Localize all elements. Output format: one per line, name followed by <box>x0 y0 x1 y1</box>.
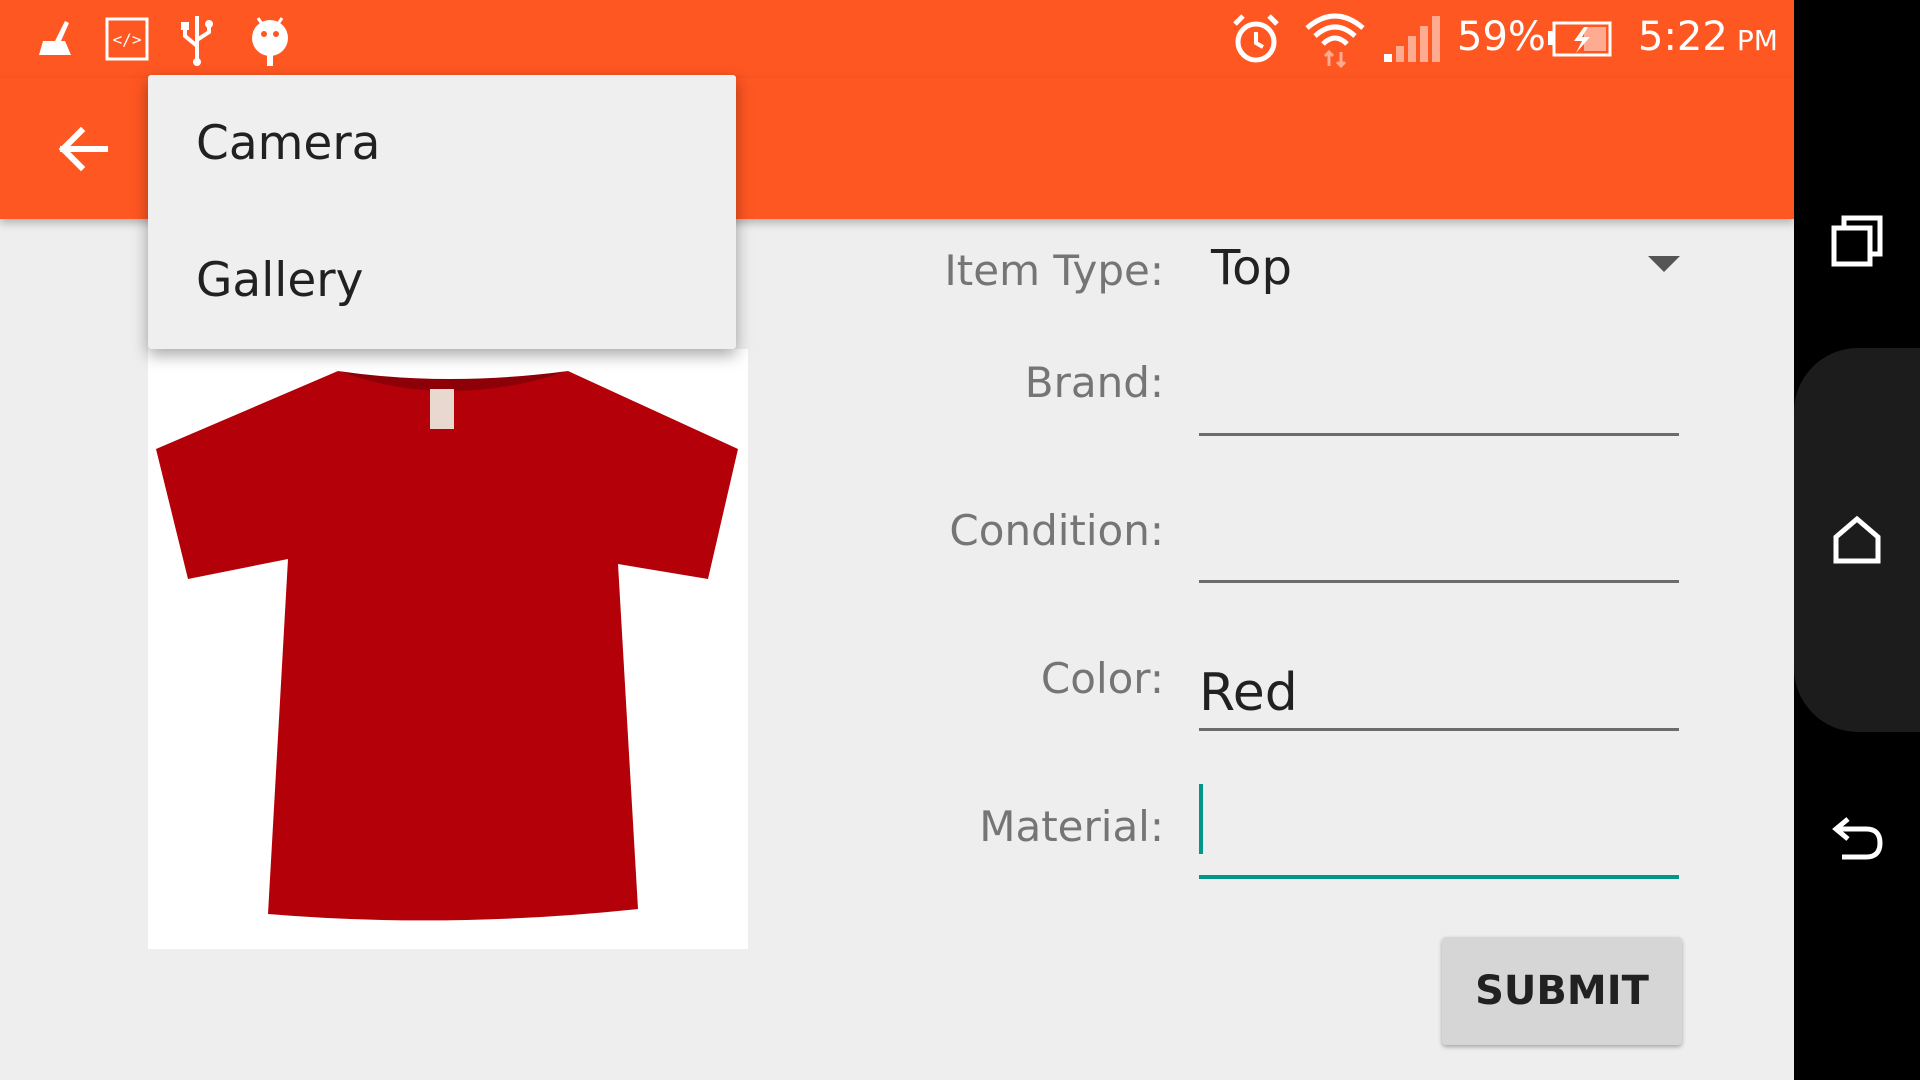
usb-icon <box>172 10 222 68</box>
arrow-back-icon <box>58 126 108 172</box>
brand-field[interactable] <box>1199 360 1679 436</box>
battery-charging-icon <box>1545 10 1615 68</box>
brand-label: Brand: <box>1024 358 1164 407</box>
status-clock: 5:22 PM <box>1638 14 1778 60</box>
text-cursor <box>1199 784 1203 854</box>
alarm-icon <box>1228 10 1284 68</box>
navigation-bar <box>1794 0 1920 1080</box>
condition-field[interactable] <box>1199 507 1679 583</box>
back-button[interactable] <box>40 106 126 192</box>
home-button[interactable] <box>1814 497 1900 583</box>
item-photo[interactable] <box>148 349 748 949</box>
wifi-icon <box>1302 10 1368 68</box>
cleaner-icon <box>30 10 80 68</box>
menu-item-camera[interactable]: Camera <box>148 75 736 212</box>
photo-source-menu: Camera Gallery <box>148 75 736 349</box>
menu-item-gallery[interactable]: Gallery <box>148 212 736 349</box>
signal-icon <box>1382 10 1442 68</box>
android-debug-icon <box>245 10 295 68</box>
submit-button[interactable]: SUBMIT <box>1442 937 1682 1045</box>
back-icon <box>1832 817 1883 860</box>
condition-label: Condition: <box>949 506 1164 555</box>
home-icon <box>1833 515 1881 564</box>
recent-apps-button[interactable] <box>1814 198 1900 284</box>
clock-ampm: PM <box>1736 24 1778 57</box>
material-field[interactable] <box>1199 803 1679 879</box>
item-type-label: Item Type: <box>944 246 1164 295</box>
item-type-spinner[interactable]: Top <box>1211 240 1292 296</box>
recent-apps-icon <box>1831 215 1883 267</box>
code-icon: </> <box>100 10 154 68</box>
status-bar: </> 59% 5:22 PM <box>0 0 1794 78</box>
color-field[interactable]: Red <box>1199 655 1679 731</box>
material-label: Material: <box>979 802 1164 851</box>
battery-percent: 59% <box>1457 14 1546 60</box>
clock-time: 5:22 <box>1638 14 1728 60</box>
red-tshirt-image <box>148 349 748 949</box>
svg-text:</>: </> <box>113 30 142 49</box>
dropdown-arrow-icon[interactable] <box>1648 256 1680 272</box>
app-screen: </> 59% 5:22 PM Item Type: Top Brand: Co… <box>0 0 1794 1080</box>
color-label: Color: <box>1040 654 1164 703</box>
nav-back-button[interactable] <box>1814 797 1900 883</box>
